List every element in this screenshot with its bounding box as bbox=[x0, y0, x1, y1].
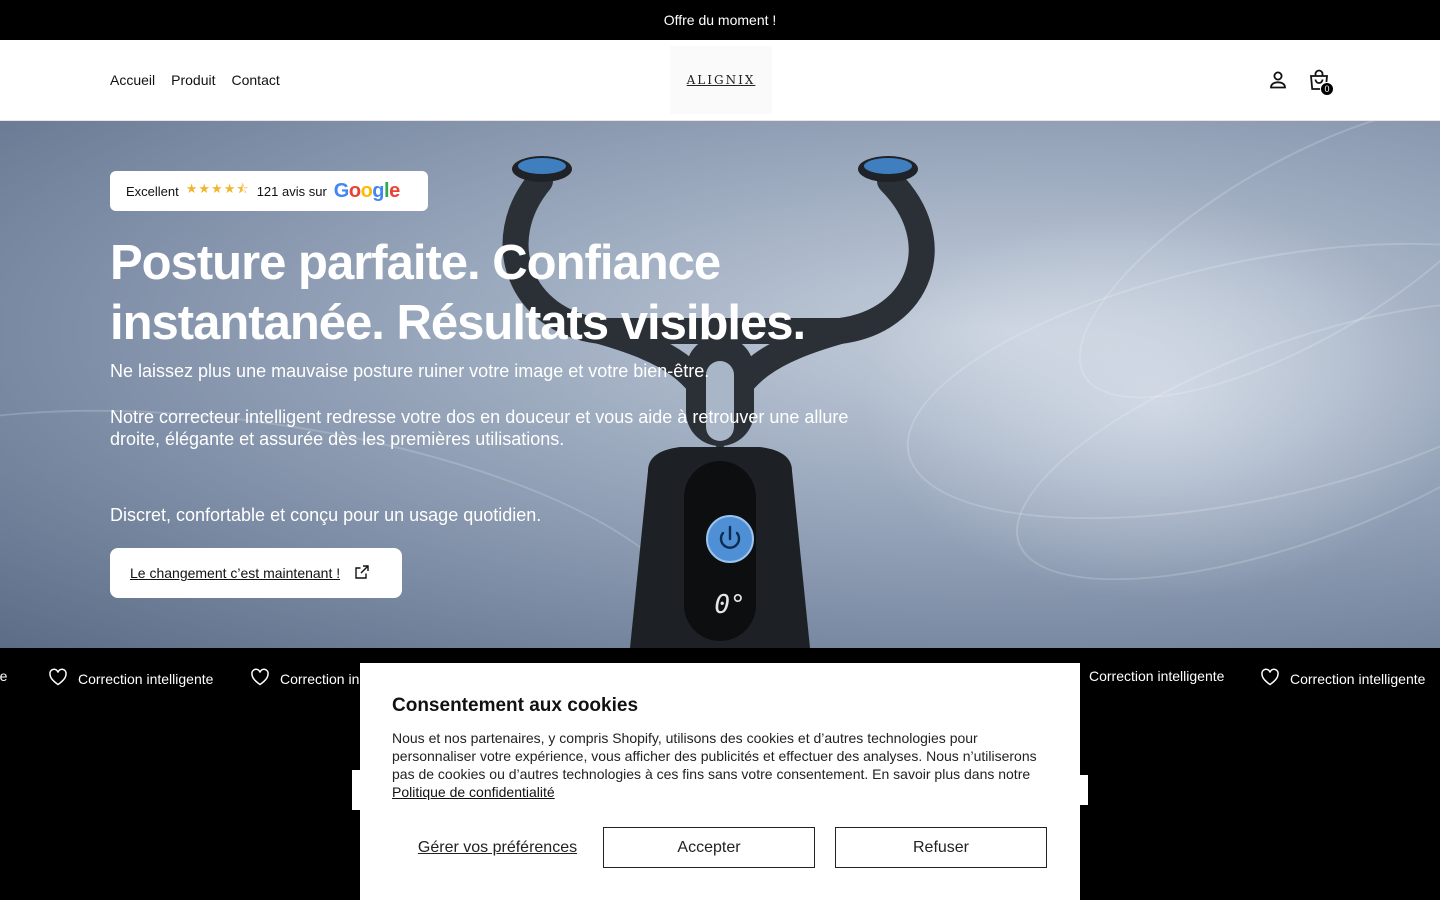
logo-text: ALIGNIX bbox=[686, 73, 756, 87]
heart-icon bbox=[48, 668, 68, 689]
heart-icon bbox=[250, 668, 270, 689]
privacy-policy-link[interactable]: Politique de confidentialité bbox=[392, 784, 555, 800]
hero-description: Notre correcteur intelligent redresse vo… bbox=[110, 407, 849, 449]
hero-subtitle: Ne laissez plus une mauvaise posture rui… bbox=[110, 361, 710, 381]
device-display: 0° bbox=[714, 590, 745, 620]
manage-preferences-button[interactable]: Gérer vos préférences bbox=[392, 839, 603, 857]
review-count: 121 avis sur bbox=[256, 183, 327, 199]
cta-label: Le changement c’est maintenant ! bbox=[130, 565, 341, 581]
marquee-item: Correction intelligente bbox=[1260, 668, 1425, 689]
hero-tagline: Discret, confortable et conçu pour un us… bbox=[110, 505, 542, 525]
star-rating-icon: ★★★★⯪ bbox=[185, 181, 250, 196]
cookie-consent-banner: Consentement aux cookies Nous et nos par… bbox=[360, 663, 1080, 900]
accept-cookies-button[interactable]: Accepter bbox=[603, 827, 815, 868]
cart-count-badge: 0 bbox=[1320, 82, 1334, 96]
heart-icon bbox=[1260, 668, 1280, 689]
decline-cookies-button[interactable]: Refuser bbox=[835, 827, 1047, 868]
cookie-actions: Gérer vos préférences Accepter Refuser bbox=[392, 827, 1048, 868]
marquee-item: nte bbox=[0, 668, 8, 684]
site-header: Accueil Produit Contact ALIGNIX bbox=[0, 40, 1440, 121]
hero-headline: Posture parfaite. Confiance instantanée.… bbox=[110, 236, 806, 350]
review-badge[interactable]: Excellent ★★★★⯪ 121 avis sur Google bbox=[110, 171, 428, 211]
nav-produit[interactable]: Produit bbox=[171, 72, 215, 88]
rating-label: Excellent bbox=[126, 183, 179, 199]
main-nav: Accueil Produit Contact bbox=[110, 40, 280, 120]
site-logo[interactable]: ALIGNIX bbox=[670, 46, 772, 114]
marquee-item: Correction intelligente bbox=[1089, 668, 1225, 684]
marquee-item: Correction intelligente bbox=[48, 668, 213, 689]
nav-contact[interactable]: Contact bbox=[232, 72, 280, 88]
hero-cta-button[interactable]: Le changement c’est maintenant ! bbox=[110, 548, 402, 598]
external-link-icon bbox=[354, 564, 370, 583]
announcement-bar: Offre du moment ! bbox=[0, 0, 1440, 40]
account-icon[interactable] bbox=[1266, 68, 1290, 92]
nav-accueil[interactable]: Accueil bbox=[110, 72, 155, 88]
google-logo: Google bbox=[333, 179, 400, 202]
cookie-title: Consentement aux cookies bbox=[392, 695, 639, 716]
announcement-text: Offre du moment ! bbox=[663, 12, 777, 28]
marquee-item: Correction in bbox=[250, 668, 359, 689]
posture-corrector-image: 0° bbox=[502, 156, 935, 648]
cookie-body: Nous et nos partenaires, y compris Shopi… bbox=[392, 730, 1037, 800]
hero-section: 0° Excellent ★★★★⯪ 121 avis sur Google P… bbox=[0, 121, 1440, 648]
